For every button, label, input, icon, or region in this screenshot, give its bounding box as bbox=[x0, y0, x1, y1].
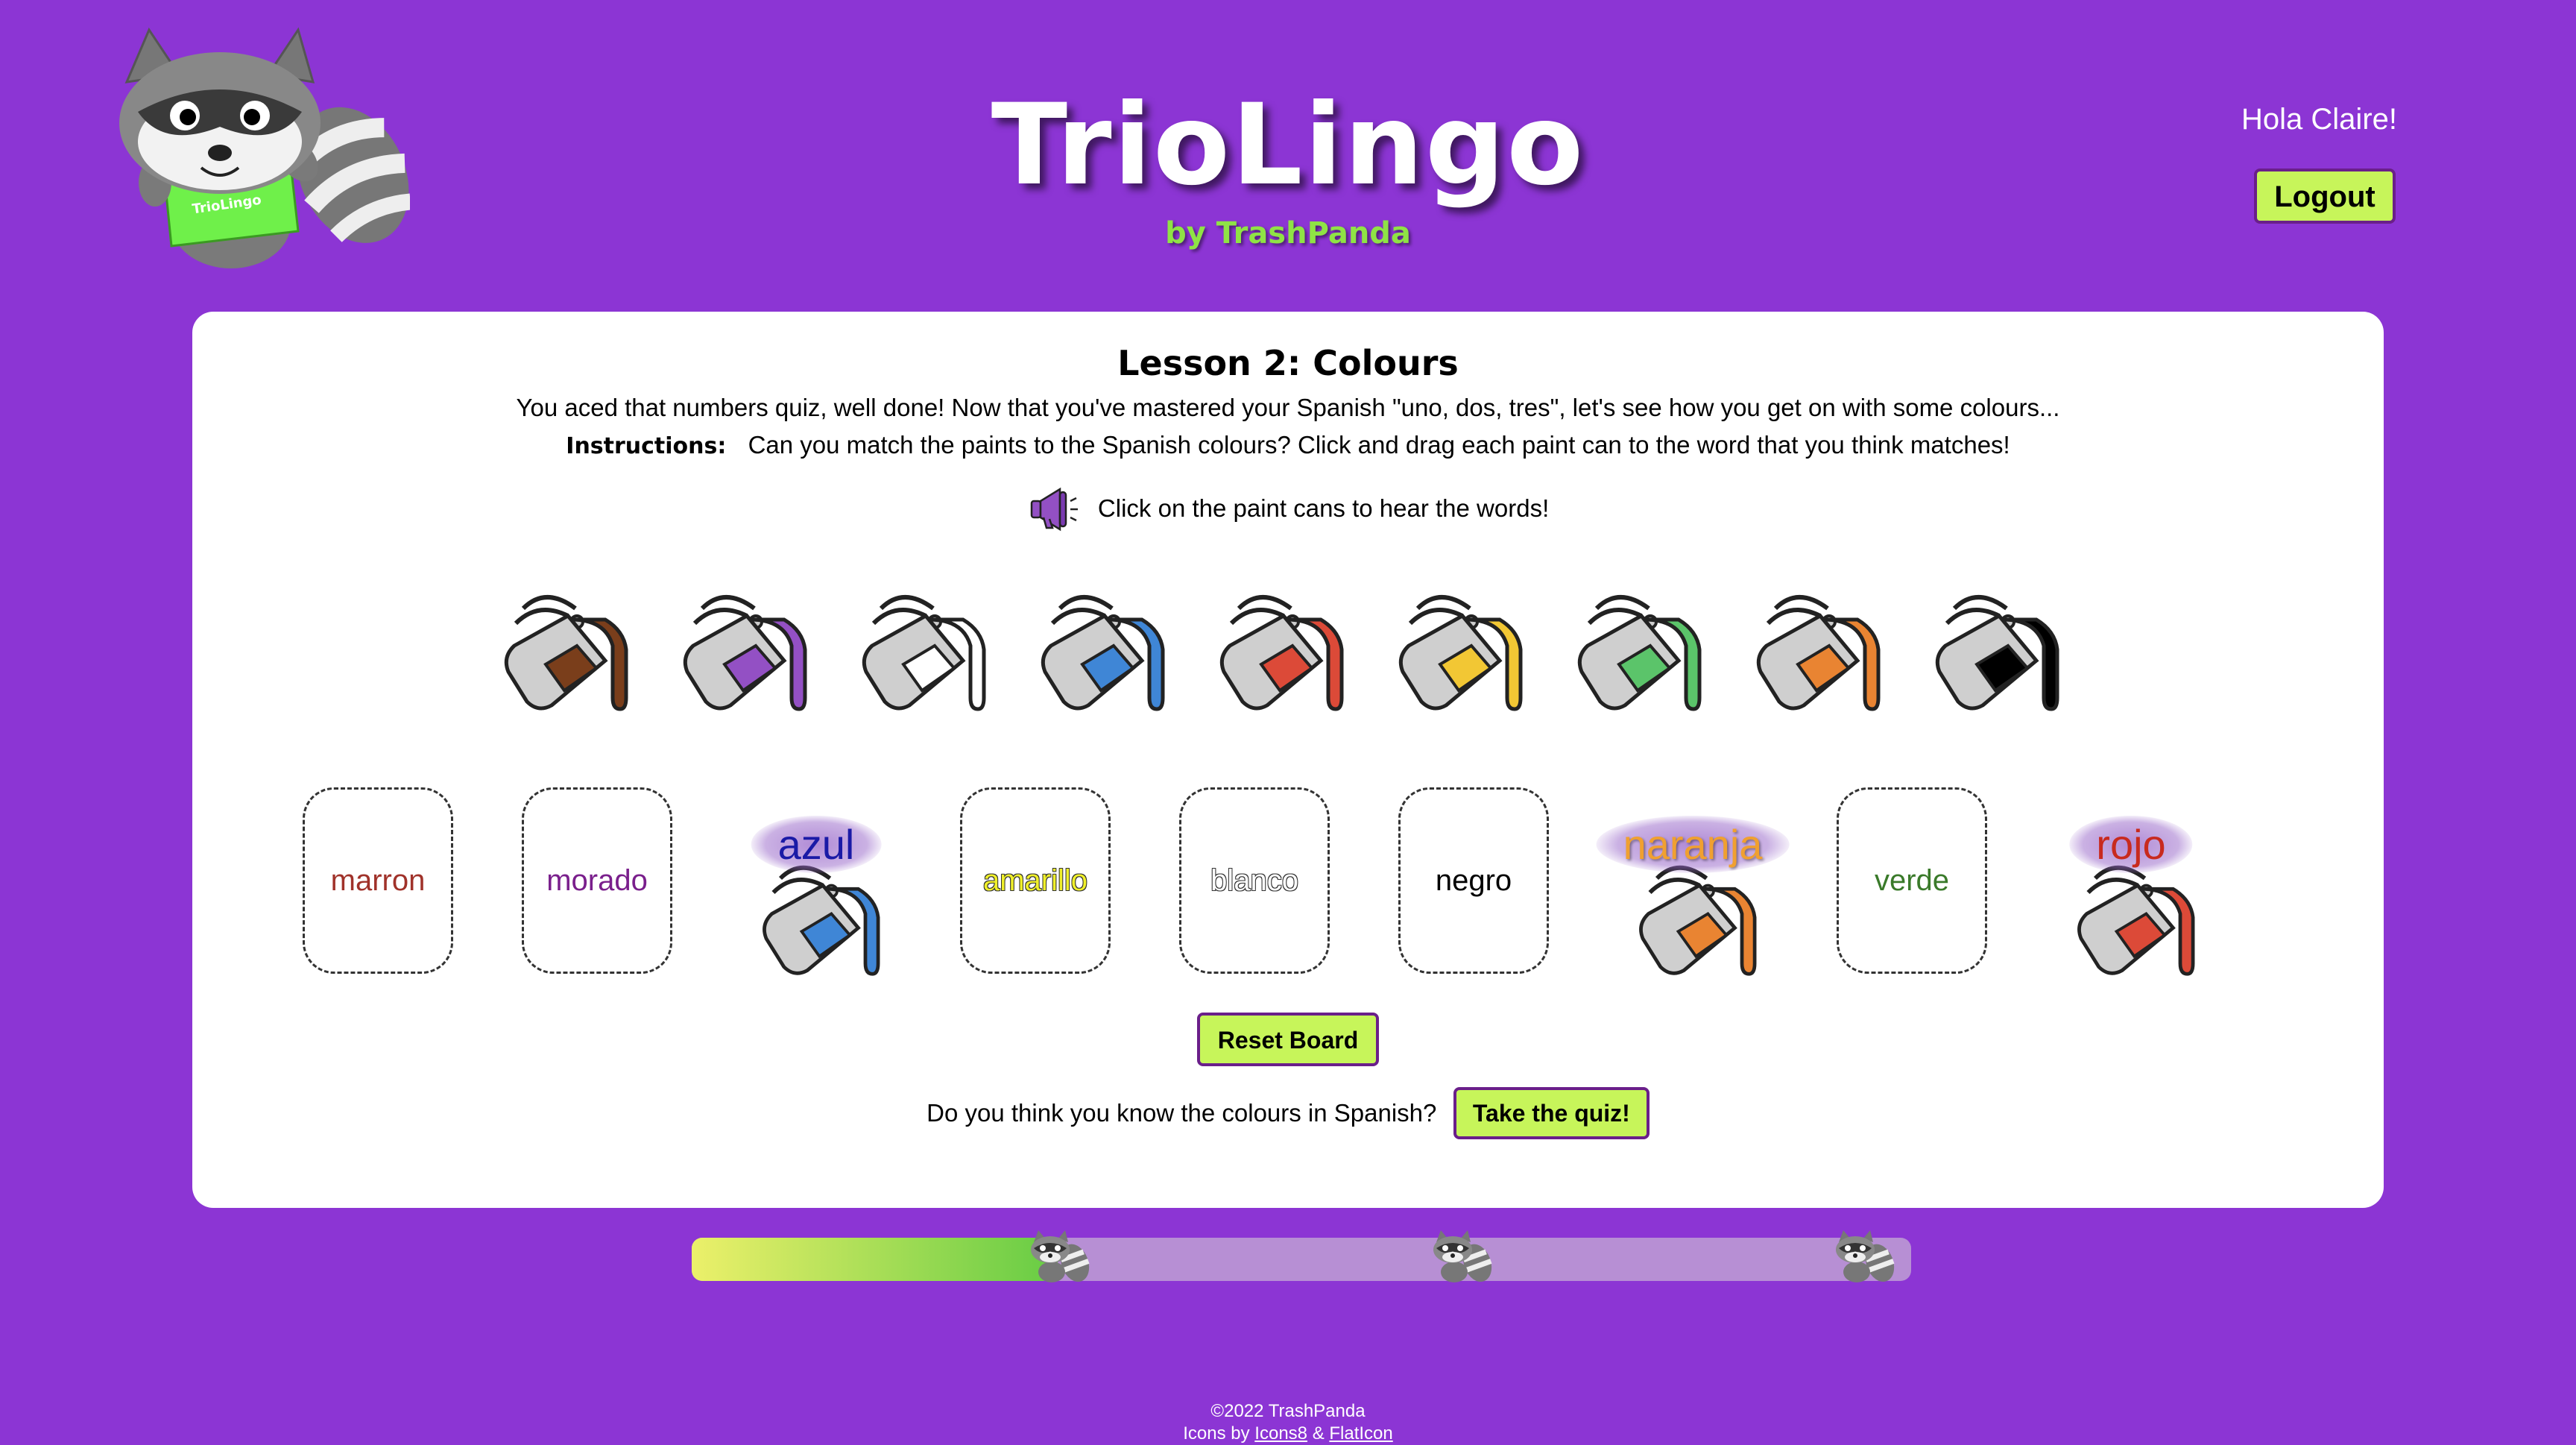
audio-hint: Click on the paint cans to hear the word… bbox=[192, 482, 2384, 535]
paint-can-icon bbox=[504, 595, 628, 711]
raccoon-milestone-icon bbox=[1827, 1227, 1898, 1287]
instructions-text: Can you match the paints to the Spanish … bbox=[748, 431, 2010, 459]
paint-can-white[interactable] bbox=[851, 579, 1000, 728]
paint-can-yellow[interactable] bbox=[1388, 579, 1537, 728]
footer-icons-prefix: Icons by bbox=[1183, 1423, 1250, 1444]
paint-can-icon bbox=[1398, 595, 1523, 711]
megaphone-icon bbox=[1030, 487, 1078, 532]
paint-can-icon bbox=[1935, 595, 2059, 711]
quiz-row: Do you think you know the colours in Spa… bbox=[192, 1087, 2384, 1139]
lesson-intro: You aced that numbers quiz, well done! N… bbox=[516, 394, 2060, 421]
target-word-verde: verde bbox=[1874, 863, 1950, 897]
user-greeting: Hola Claire! bbox=[2241, 103, 2397, 136]
drop-target-morado[interactable]: morado bbox=[522, 787, 672, 974]
drop-target-naranja[interactable]: naranja bbox=[1596, 787, 1790, 976]
drop-target-rojo[interactable]: rojo bbox=[2056, 787, 2206, 976]
drop-target-verde[interactable]: verde bbox=[1837, 787, 1987, 974]
drop-target-azul[interactable]: azul bbox=[741, 787, 891, 976]
footer-ampersand: & bbox=[1312, 1423, 1325, 1444]
drop-target-negro[interactable]: negro bbox=[1398, 787, 1549, 974]
flaticon-link[interactable]: FlatIcon bbox=[1329, 1423, 1392, 1444]
lesson-card: Lesson 2: Colours You aced that numbers … bbox=[192, 312, 2384, 1208]
paint-can-icon bbox=[1577, 595, 1702, 711]
app-subtitle: by TrashPanda bbox=[1165, 216, 1411, 251]
target-word-blanco: blanco bbox=[1210, 863, 1298, 897]
paint-can-black[interactable] bbox=[1925, 579, 2074, 728]
paint-can-purple[interactable] bbox=[672, 579, 821, 728]
audio-hint-text: Click on the paint cans to hear the word… bbox=[1097, 494, 1550, 522]
paint-can-green[interactable] bbox=[1567, 579, 1716, 728]
paint-can-blue[interactable] bbox=[1030, 579, 1179, 728]
raccoon-milestone-icon bbox=[1424, 1227, 1496, 1287]
instructions-label: Instructions: bbox=[566, 433, 727, 459]
paint-can-brown[interactable] bbox=[493, 579, 643, 728]
app-title: TrioLingo bbox=[991, 81, 1585, 210]
drop-target-amarillo[interactable]: amarillo bbox=[960, 787, 1111, 974]
lesson-title: Lesson 2: Colours bbox=[1117, 343, 1459, 383]
raccoon-milestone-icon bbox=[1022, 1227, 1093, 1287]
reset-board-button[interactable]: Reset Board bbox=[1197, 1013, 1379, 1066]
paint-can-icon bbox=[862, 595, 986, 711]
target-word-morado: morado bbox=[546, 863, 648, 897]
target-word-marron: marron bbox=[330, 863, 426, 897]
logout-button[interactable]: Logout bbox=[2254, 169, 2396, 224]
progress-fill bbox=[692, 1238, 1058, 1281]
paint-can-red[interactable] bbox=[1209, 579, 1358, 728]
take-quiz-button[interactable]: Take the quiz! bbox=[1453, 1087, 1650, 1139]
paint-can-icon bbox=[1219, 595, 1344, 711]
footer: ©2022 TrashPanda Icons by Icons8 & FlatI… bbox=[0, 1400, 2576, 1445]
target-word-amarillo: amarillo bbox=[982, 863, 1088, 897]
target-word-naranja: naranja bbox=[1596, 816, 1790, 873]
paint-can-icon bbox=[1041, 595, 1165, 711]
footer-copyright: ©2022 TrashPanda bbox=[1210, 1401, 1366, 1421]
paint-can-icon bbox=[1756, 595, 1881, 711]
target-word-negro: negro bbox=[1435, 863, 1512, 897]
target-word-rojo: rojo bbox=[2069, 816, 2193, 873]
lesson-instructions: Instructions: Can you match the paints t… bbox=[192, 431, 2384, 459]
paint-can-orange[interactable] bbox=[1746, 579, 1895, 728]
lesson-progress-bar bbox=[692, 1238, 1911, 1281]
drop-target-blanco[interactable]: blanco bbox=[1179, 787, 1330, 974]
icons8-link[interactable]: Icons8 bbox=[1254, 1423, 1307, 1444]
word-target-row: marron morado azul amarillo blanco negro nara… bbox=[192, 787, 2384, 981]
paint-can-icon bbox=[683, 595, 807, 711]
footer-credits: Icons by Icons8 & FlatIcon bbox=[0, 1423, 2576, 1445]
target-word-azul: azul bbox=[751, 816, 882, 873]
quiz-prompt: Do you think you know the colours in Spa… bbox=[926, 1099, 1437, 1127]
paint-can-row bbox=[493, 579, 2133, 750]
drop-target-marron[interactable]: marron bbox=[303, 787, 453, 974]
